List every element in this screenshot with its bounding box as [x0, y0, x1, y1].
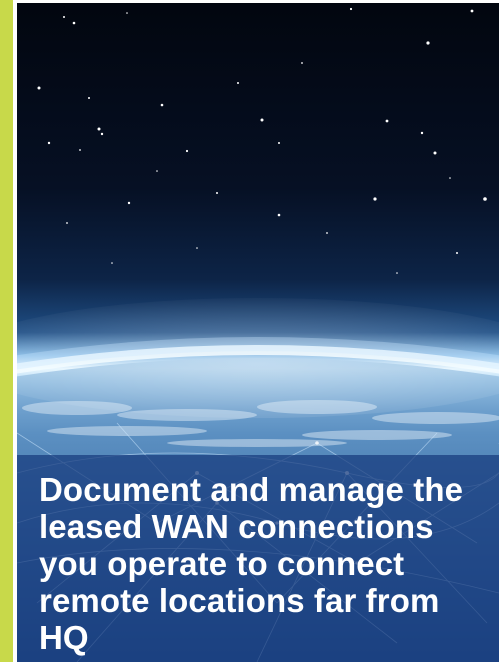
hero-caption: Document and manage the leased WAN conne…: [39, 471, 464, 656]
promo-card: Document and manage the leased WAN conne…: [0, 0, 501, 662]
accent-bar: [0, 0, 13, 662]
hero-image: Document and manage the leased WAN conne…: [17, 3, 499, 662]
